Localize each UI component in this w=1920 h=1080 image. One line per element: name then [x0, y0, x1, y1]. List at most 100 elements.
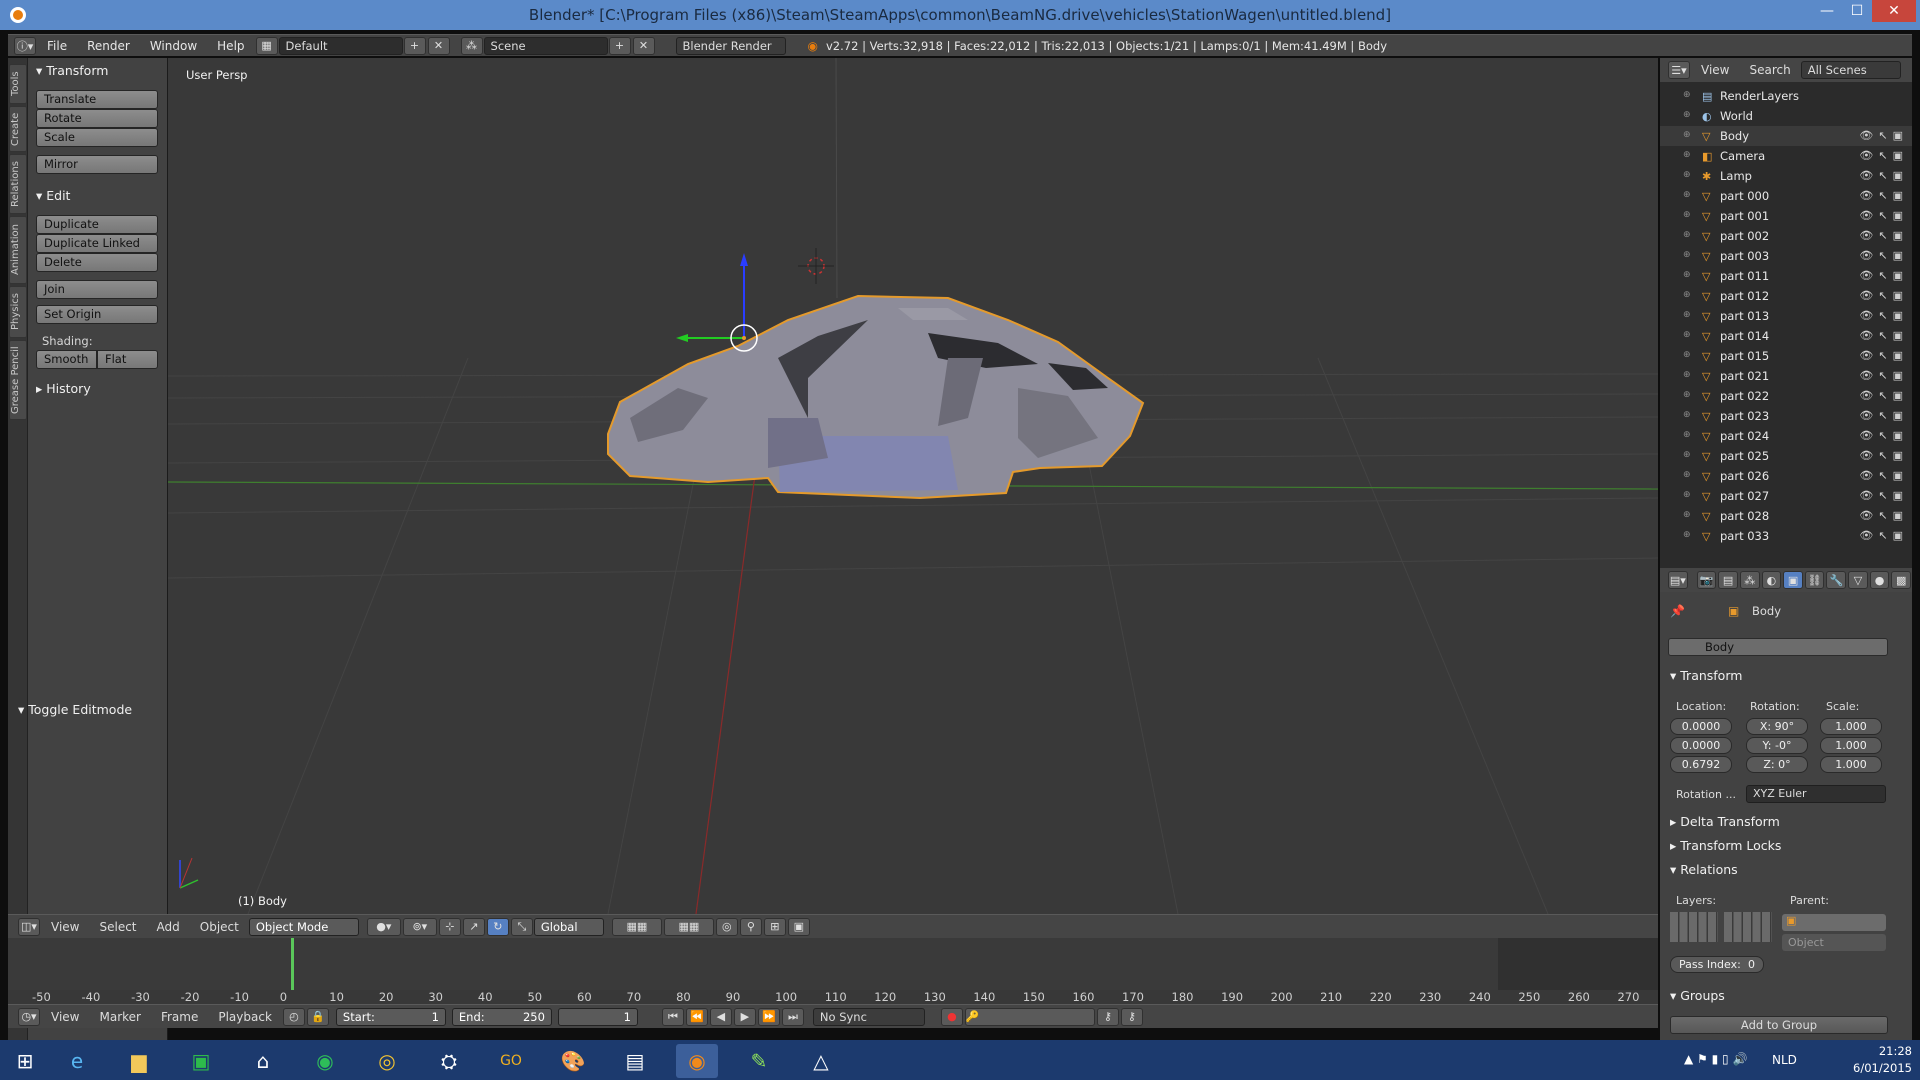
- spotify-icon[interactable]: ◉: [304, 1044, 346, 1078]
- current-frame-marker[interactable]: [291, 938, 294, 990]
- location-z-field[interactable]: 0.6792: [1670, 756, 1732, 773]
- scene-field[interactable]: Scene: [483, 36, 608, 55]
- expand-icon[interactable]: ⊕: [1683, 190, 1691, 200]
- outliner-row[interactable]: ⊕ ▽ part 028 👁↖▣: [1660, 506, 1912, 526]
- delete-button[interactable]: Delete: [36, 253, 158, 272]
- expand-icon[interactable]: ⊕: [1683, 250, 1691, 260]
- outliner-row[interactable]: ⊕ ▽ part 000 👁↖▣: [1660, 186, 1912, 206]
- outliner-row[interactable]: ⊕ ▽ Body 👁↖▣: [1660, 126, 1912, 146]
- smooth-button[interactable]: Smooth: [36, 350, 97, 369]
- record-icon[interactable]: ●: [940, 1007, 963, 1026]
- tab-tools[interactable]: Tools: [9, 64, 27, 104]
- scale-button[interactable]: Scale: [36, 128, 158, 147]
- csgo-icon[interactable]: GO: [490, 1044, 532, 1078]
- translate-button[interactable]: Translate: [36, 90, 158, 109]
- add-scene-icon[interactable]: +: [608, 36, 631, 55]
- outliner-item-label[interactable]: part 024: [1720, 429, 1769, 443]
- expand-icon[interactable]: ⊕: [1683, 230, 1691, 240]
- expand-icon[interactable]: ⊕: [1683, 350, 1691, 360]
- expand-icon[interactable]: ⊕: [1683, 370, 1691, 380]
- render-tab-icon[interactable]: 📷: [1696, 571, 1717, 589]
- vector-app-icon[interactable]: △: [800, 1044, 842, 1078]
- expand-icon[interactable]: ⊕: [1683, 470, 1691, 480]
- tab-grease-pencil[interactable]: Grease Pencil: [9, 340, 27, 420]
- manipulator-toggle-icon[interactable]: ⊹: [438, 917, 461, 936]
- delta-transform-header[interactable]: ▸ Delta Transform: [1670, 814, 1780, 829]
- screen-layout-icon[interactable]: ▦: [255, 36, 278, 55]
- layers-grid-icon[interactable]: ▦▦: [611, 917, 662, 936]
- outliner-item-label[interactable]: part 023: [1720, 409, 1769, 423]
- transform-locks-header[interactable]: ▸ Transform Locks: [1670, 838, 1781, 853]
- outliner-row[interactable]: ⊕ ▤ RenderLayers: [1660, 86, 1912, 106]
- language-indicator[interactable]: NLD: [1772, 1053, 1797, 1067]
- file-explorer-icon[interactable]: ▆: [118, 1044, 160, 1078]
- visibility-toggle-icons[interactable]: 👁↖▣: [1859, 509, 1908, 522]
- scale-z-field[interactable]: 1.000: [1820, 756, 1882, 773]
- outliner-row[interactable]: ⊕ ▽ part 014 👁↖▣: [1660, 326, 1912, 346]
- outliner-row[interactable]: ⊕ ▽ part 027 👁↖▣: [1660, 486, 1912, 506]
- jump-start-icon[interactable]: ⏮: [661, 1007, 684, 1026]
- menu-outliner-search[interactable]: Search: [1739, 63, 1800, 77]
- render-engine-select[interactable]: Blender Render: [675, 36, 786, 55]
- data-tab-icon[interactable]: ▽: [1848, 571, 1868, 589]
- minimize-button[interactable]: —: [1812, 0, 1842, 22]
- transform-orientation-select[interactable]: Global: [533, 917, 604, 936]
- transform-panel-header[interactable]: ▾ Transform: [36, 63, 108, 78]
- maximize-button[interactable]: ☐: [1842, 0, 1872, 22]
- duplicate-linked-button[interactable]: Duplicate Linked: [36, 234, 158, 253]
- duplicate-button[interactable]: Duplicate: [36, 215, 158, 234]
- clock-date[interactable]: 6/01/2015: [1844, 1061, 1912, 1075]
- outliner-item-label[interactable]: part 028: [1720, 509, 1769, 523]
- outliner-item-label[interactable]: part 014: [1720, 329, 1769, 343]
- jump-next-keyframe-icon[interactable]: ⏩: [757, 1007, 780, 1026]
- outliner-item-label[interactable]: Lamp: [1720, 169, 1752, 183]
- mirror-button[interactable]: Mirror: [36, 155, 158, 174]
- outliner-row[interactable]: ⊕ ▽ part 023 👁↖▣: [1660, 406, 1912, 426]
- delete-keyframe-icon[interactable]: ⚷: [1120, 1007, 1143, 1026]
- tab-create[interactable]: Create: [9, 106, 27, 152]
- outliner-row[interactable]: ⊕ ▽ part 011 👁↖▣: [1660, 266, 1912, 286]
- outliner-item-label[interactable]: part 013: [1720, 309, 1769, 323]
- menu-file[interactable]: File: [37, 39, 77, 53]
- outliner-item-label[interactable]: part 002: [1720, 229, 1769, 243]
- object-name-field[interactable]: Body: [1668, 638, 1888, 656]
- current-frame-field[interactable]: 1: [557, 1007, 638, 1026]
- outliner-row[interactable]: ⊕ ◐ World: [1660, 106, 1912, 126]
- play-icon[interactable]: ▶: [733, 1007, 756, 1026]
- chrome-icon[interactable]: ◎: [366, 1044, 408, 1078]
- edit-panel-header[interactable]: ▾ Edit: [36, 188, 70, 203]
- tab-relations[interactable]: Relations: [9, 154, 27, 214]
- tab-animation[interactable]: Animation: [9, 216, 27, 284]
- visibility-toggle-icons[interactable]: 👁↖▣: [1859, 389, 1908, 402]
- expand-icon[interactable]: ⊕: [1683, 390, 1691, 400]
- join-button[interactable]: Join: [36, 280, 158, 299]
- jump-prev-keyframe-icon[interactable]: ⏪: [685, 1007, 708, 1026]
- preview-range-icon[interactable]: ◴: [282, 1007, 305, 1026]
- play-reverse-icon[interactable]: ◀: [709, 1007, 732, 1026]
- rotation-mode-select[interactable]: XYZ Euler: [1746, 785, 1886, 803]
- insert-keyframe-icon[interactable]: ⚷: [1096, 1007, 1119, 1026]
- modifiers-tab-icon[interactable]: 🔧: [1826, 571, 1847, 589]
- menu-object[interactable]: Object: [190, 920, 249, 934]
- expand-icon[interactable]: ⊕: [1683, 90, 1691, 100]
- visibility-toggle-icons[interactable]: 👁↖▣: [1859, 369, 1908, 382]
- scale-x-field[interactable]: 1.000: [1820, 718, 1882, 735]
- expand-icon[interactable]: ⊕: [1683, 490, 1691, 500]
- app-window-icon[interactable]: ▤: [614, 1044, 656, 1078]
- outliner-item-label[interactable]: RenderLayers: [1720, 89, 1799, 103]
- visibility-toggle-icons[interactable]: 👁↖▣: [1859, 249, 1908, 262]
- expand-icon[interactable]: ⊕: [1683, 430, 1691, 440]
- visibility-toggle-icons[interactable]: 👁↖▣: [1859, 149, 1908, 162]
- notepad-icon[interactable]: ✎: [738, 1044, 780, 1078]
- timeline-editor[interactable]: -50 -40 -30 -20 -10 0 10 20 30 40 50 60 70 80 90 100 110…: [8, 938, 1689, 1004]
- relations-section-header[interactable]: ▾ Relations: [1670, 862, 1738, 877]
- outliner-row[interactable]: ⊕ ✱ Lamp 👁↖▣: [1660, 166, 1912, 186]
- rotation-z-field[interactable]: Z: 0°: [1746, 756, 1808, 773]
- layers-grid-2-icon[interactable]: ▦▦: [663, 917, 714, 936]
- outliner-item-label[interactable]: Body: [1720, 129, 1749, 143]
- expand-icon[interactable]: ⊕: [1683, 130, 1691, 140]
- outliner-row[interactable]: ⊕ ▽ part 012 👁↖▣: [1660, 286, 1912, 306]
- visibility-toggle-icons[interactable]: 👁↖▣: [1859, 309, 1908, 322]
- start-frame-field[interactable]: Start: 1: [335, 1007, 446, 1026]
- visibility-toggle-icons[interactable]: 👁↖▣: [1859, 429, 1908, 442]
